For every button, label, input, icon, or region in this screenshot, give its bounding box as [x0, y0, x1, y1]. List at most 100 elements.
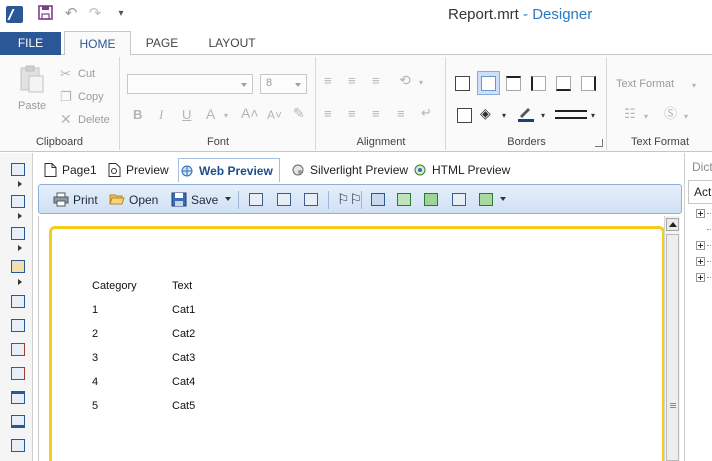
data-band-tool-icon[interactable] [11, 227, 25, 240]
undo-icon[interactable]: ↶ [62, 5, 80, 23]
tab-file[interactable]: FILE [0, 32, 61, 55]
tree-expand-icon[interactable] [696, 209, 705, 218]
no-border-icon[interactable] [481, 76, 496, 91]
tree-expand-icon[interactable] [696, 273, 705, 282]
tree-expand-icon[interactable] [696, 241, 705, 250]
cross-band-expand-icon[interactable] [18, 213, 22, 219]
font-group-label: Font [206, 136, 229, 148]
font-color-dropdown-icon[interactable]: ▾ [224, 109, 228, 123]
bottom-border-icon[interactable] [556, 76, 571, 91]
cross-band-tool-icon[interactable] [11, 195, 25, 208]
paste-button[interactable]: Paste [18, 100, 46, 112]
band-expand-icon[interactable] [18, 181, 22, 187]
print-button[interactable]: Print [53, 191, 98, 209]
italic-icon[interactable]: I [159, 108, 163, 122]
parameters-icon[interactable] [277, 193, 291, 206]
border-color-icon[interactable] [517, 105, 535, 125]
data-band-expand-icon[interactable] [18, 245, 22, 251]
quick-save-icon[interactable] [36, 5, 54, 23]
conditions-icon[interactable]: ☷ [624, 107, 636, 121]
left-border-icon[interactable] [531, 76, 546, 91]
align-bottom-icon[interactable]: ≡ [372, 74, 380, 88]
panel-tool-icon[interactable] [11, 391, 25, 404]
tree-connector [707, 213, 712, 214]
word-wrap-icon[interactable]: ↵ [421, 106, 432, 120]
zoom-dropdown-icon[interactable] [500, 197, 506, 201]
delete-button[interactable]: Delete [78, 114, 110, 126]
bookmarks-icon[interactable] [249, 193, 263, 206]
align-center-icon[interactable]: ≡ [348, 107, 356, 121]
tab-layout[interactable]: LAYOUT [196, 31, 268, 55]
container-tool-icon[interactable] [11, 415, 25, 428]
cut-button[interactable]: Cut [78, 68, 95, 80]
tab-home[interactable]: HOME [64, 31, 131, 56]
quick-access-dropdown-icon[interactable]: ▾ [112, 5, 130, 23]
text-format-combo[interactable]: Text Format [616, 78, 674, 90]
tab-web-preview[interactable]: Web Preview [178, 158, 280, 182]
preview-vertical-scrollbar[interactable] [664, 216, 680, 461]
fill-color-dropdown-icon[interactable]: ▾ [502, 109, 506, 123]
border-style-dropdown-icon[interactable]: ▾ [591, 109, 595, 123]
align-justify-icon[interactable]: ≡ [397, 107, 405, 121]
zoom-icon[interactable] [479, 193, 493, 206]
scroll-up-arrow-icon[interactable] [666, 218, 679, 231]
rotate-dropdown-icon[interactable]: ▾ [419, 76, 423, 90]
image-expand-icon[interactable] [18, 279, 22, 285]
shrink-font-icon[interactable]: A˅ [267, 108, 282, 122]
open-button[interactable]: Open [109, 191, 158, 209]
align-top-icon[interactable]: ≡ [324, 74, 332, 88]
find-icon[interactable]: ⚐⚐ [337, 191, 362, 208]
all-borders-icon[interactable] [455, 76, 470, 91]
font-color-icon[interactable]: A [206, 107, 215, 121]
grow-font-icon[interactable]: A˄ [241, 106, 259, 120]
multiple-pages-icon[interactable] [424, 193, 438, 206]
text-format-dropdown-icon[interactable]: ▾ [692, 79, 696, 93]
scroll-grip [670, 405, 676, 406]
dictionary-panel: Dicti Act [684, 153, 712, 461]
conditions-dropdown-icon[interactable]: ▾ [644, 110, 648, 124]
format-currency-icon[interactable]: Ⓢ [664, 107, 677, 121]
tree-expand-icon[interactable] [696, 257, 705, 266]
align-middle-icon[interactable]: ≡ [348, 74, 356, 88]
rich-text-tool-icon[interactable] [11, 319, 25, 332]
copy-button[interactable]: Copy [78, 91, 104, 103]
border-style-icon[interactable] [555, 110, 587, 119]
font-name-combo[interactable] [127, 74, 253, 94]
scroll-thumb[interactable] [666, 234, 679, 461]
save-button[interactable]: Save [171, 191, 218, 209]
save-label: Save [191, 193, 219, 207]
bold-icon[interactable]: B [133, 108, 142, 122]
rotate-text-icon[interactable]: ⟲ [399, 73, 411, 87]
tab-html-preview-label: HTML Preview [432, 163, 511, 177]
thumbnails-icon[interactable] [304, 193, 318, 206]
border-color-dropdown-icon[interactable]: ▾ [541, 109, 545, 123]
shadow-icon[interactable] [457, 108, 472, 123]
single-page-icon[interactable] [371, 193, 385, 206]
tab-preview[interactable]: Preview [106, 158, 169, 182]
clear-format-icon[interactable]: ✎ [293, 106, 305, 120]
font-size-combo[interactable]: 8 [260, 74, 307, 94]
tab-html-preview[interactable]: HTML Preview [412, 158, 510, 182]
text-tool-icon[interactable] [11, 295, 25, 308]
sub-report-tool-icon[interactable] [11, 367, 25, 380]
format-dropdown-icon[interactable]: ▾ [684, 110, 688, 124]
band-tool-icon[interactable] [11, 163, 25, 176]
align-right-icon[interactable]: ≡ [372, 107, 380, 121]
dictionary-actions-button[interactable]: Act [688, 180, 712, 204]
tab-silverlight-preview[interactable]: Silverlight Preview [290, 158, 408, 182]
save-dropdown-icon[interactable] [225, 197, 231, 201]
checkbox-tool-icon[interactable] [11, 343, 25, 356]
underline-icon[interactable]: U [182, 108, 191, 122]
tab-page1[interactable]: Page1 [42, 158, 97, 182]
tab-page[interactable]: PAGE [136, 31, 188, 55]
scroll-grip [670, 403, 676, 404]
align-left-icon[interactable]: ≡ [324, 107, 332, 121]
right-border-icon[interactable] [581, 76, 596, 91]
top-border-icon[interactable] [506, 76, 521, 91]
page-width-icon[interactable] [452, 193, 466, 206]
fill-color-icon[interactable]: ◈ [480, 106, 491, 120]
continuous-page-icon[interactable] [397, 193, 411, 206]
redo-icon[interactable]: ↷ [86, 5, 104, 23]
image-tool-icon[interactable] [11, 260, 25, 273]
table-tool-icon[interactable] [11, 439, 25, 452]
